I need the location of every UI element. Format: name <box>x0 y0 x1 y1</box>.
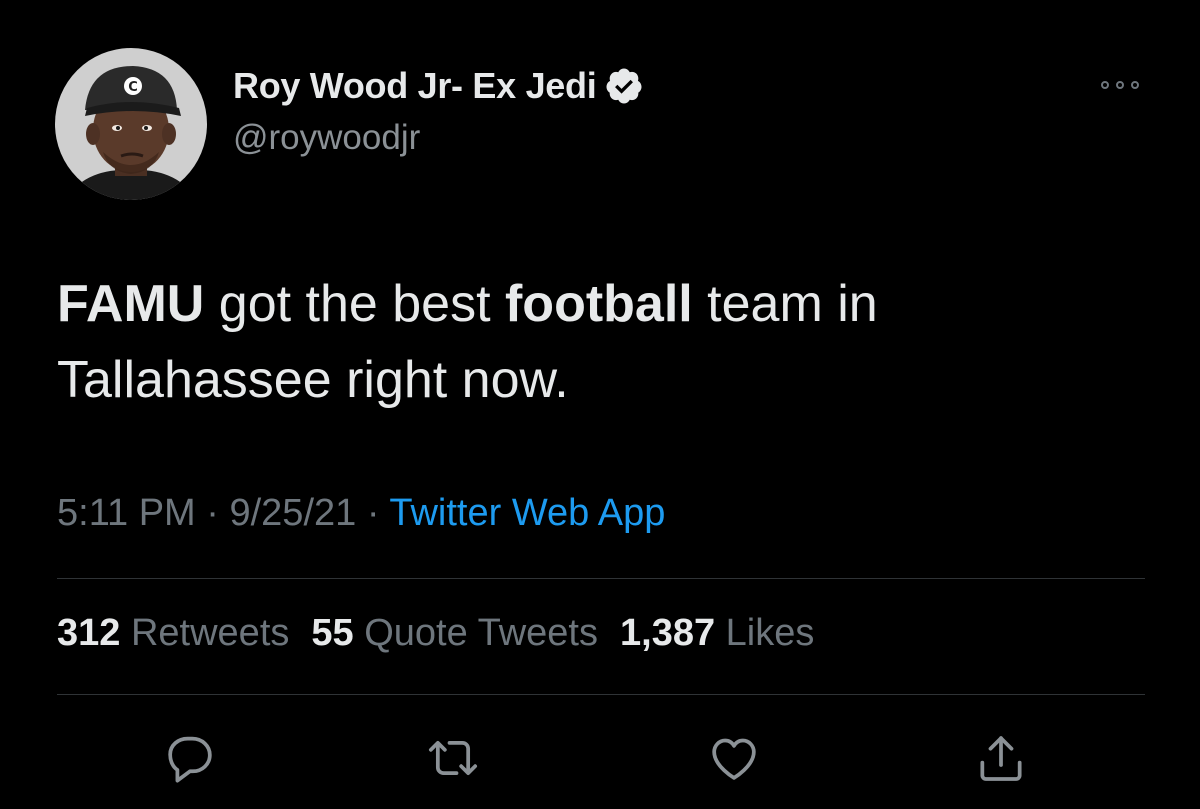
reply-icon[interactable] <box>162 730 218 786</box>
tweet-text: FAMU got the best football team in Talla… <box>57 266 1157 418</box>
avatar-image: C <box>55 48 207 200</box>
quote-tweets-count: 55 <box>311 612 354 654</box>
meta-separator: · <box>356 492 390 534</box>
more-options-icon[interactable] <box>1096 68 1144 102</box>
share-icon[interactable] <box>973 730 1029 786</box>
tweet-time[interactable]: 5:11 PM <box>57 492 196 534</box>
divider <box>57 578 1145 579</box>
divider <box>57 694 1145 695</box>
like-icon[interactable] <box>706 730 762 786</box>
avatar[interactable]: C <box>55 48 207 200</box>
tweet-meta: 5:11 PM · 9/25/21 · Twitter Web App <box>57 492 665 535</box>
more-dot <box>1116 81 1124 89</box>
author-name-row: Roy Wood Jr- Ex Jedi <box>233 62 644 110</box>
author-handle[interactable]: @roywoodjr <box>233 118 420 158</box>
tweet-text-segment[interactable]: FAMU <box>57 275 204 333</box>
likes-count: 1,387 <box>620 612 716 654</box>
more-dot <box>1101 81 1109 89</box>
author-display-name[interactable]: Roy Wood Jr- Ex Jedi <box>233 65 597 107</box>
meta-separator: · <box>195 492 230 534</box>
avatar-cap-letter: C <box>128 80 138 95</box>
retweets-count: 312 <box>57 612 121 654</box>
verified-badge-icon <box>604 66 644 106</box>
likes-stat[interactable]: 1,387 Likes <box>620 612 814 655</box>
tweet-date[interactable]: 9/25/21 <box>229 492 356 534</box>
more-dot <box>1131 81 1139 89</box>
action-bar <box>0 730 1200 790</box>
tweet-source-link[interactable]: Twitter Web App <box>389 492 665 534</box>
likes-label: Likes <box>725 612 815 654</box>
quote-tweets-stat[interactable]: 55 Quote Tweets <box>311 612 598 655</box>
engagement-stats: 312 Retweets 55 Quote Tweets 1,387 Likes <box>57 612 836 655</box>
tweet-text-segment[interactable]: football <box>505 275 693 333</box>
tweet-card: C Roy Wood Jr- Ex Jedi @roywoodjr FAMU g… <box>0 0 1200 809</box>
retweets-stat[interactable]: 312 Retweets <box>57 612 289 655</box>
retweets-label: Retweets <box>130 612 290 654</box>
tweet-text-segment: got the best <box>204 275 505 333</box>
quote-tweets-label: Quote Tweets <box>364 612 598 654</box>
retweet-icon[interactable] <box>425 730 481 786</box>
